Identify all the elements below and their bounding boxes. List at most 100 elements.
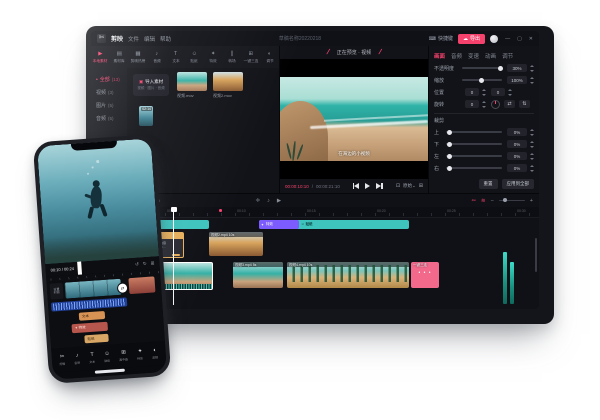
main-video-clip[interactable]: 视频3.mp4 5s	[233, 262, 283, 288]
tab-trending[interactable]: ▦剪映热榜	[129, 51, 148, 64]
tab-speed[interactable]: 变速	[468, 52, 479, 60]
menu-help[interactable]: 帮助	[160, 35, 171, 43]
tool-text[interactable]: T文本	[89, 352, 96, 364]
tab-animation[interactable]: 动画	[485, 52, 496, 60]
window-maximize-button[interactable]: ▢	[517, 36, 522, 42]
phone-effect-clip[interactable]: ✦ 特效	[71, 322, 108, 333]
magnet-snap-icon[interactable]: ∾	[471, 198, 476, 204]
play-button[interactable]	[365, 183, 370, 189]
position-x-stepper[interactable]	[482, 89, 486, 96]
tab-adjust[interactable]: ◐调节	[260, 51, 279, 64]
tab-effects[interactable]: ✦特效	[204, 51, 223, 64]
crop-top-slider[interactable]	[446, 131, 502, 133]
crop-left-value[interactable]: 0%	[507, 152, 527, 160]
tab-one-click[interactable]: ⊞一键三连	[241, 51, 260, 64]
outro-clip[interactable]: 一键三连 • • •	[411, 262, 439, 288]
phone-video-clip[interactable]	[128, 276, 155, 294]
tool-filter[interactable]: ◐滤镜	[152, 348, 159, 360]
scale-value[interactable]: 100%	[507, 76, 527, 84]
next-frame-button[interactable]	[376, 183, 383, 189]
window-close-button[interactable]: ✕	[529, 36, 533, 42]
zoom-in-icon[interactable]: +	[530, 198, 533, 204]
tool-pip[interactable]: ⊞画中画	[119, 350, 129, 362]
prev-frame-button[interactable]	[353, 183, 360, 189]
position-x-field[interactable]: 0	[465, 88, 479, 96]
sidebar-item-audio[interactable]: 音频(5)	[91, 112, 127, 125]
playhead[interactable]	[173, 207, 174, 305]
opacity-stepper[interactable]	[530, 65, 534, 72]
link-preview-icon[interactable]: ≋	[481, 198, 486, 204]
crop-left-slider[interactable]	[446, 155, 502, 157]
media-item[interactable]: 02:14	[139, 106, 153, 126]
shortcuts-button[interactable]: ⌨快捷键	[429, 35, 453, 42]
tool-sticker[interactable]: ☺贴纸	[104, 351, 111, 363]
main-video-clip[interactable]: 视频4.mp4 10s	[287, 262, 409, 288]
zoom-out-icon[interactable]: −	[491, 198, 494, 204]
crop-bottom-value[interactable]: 0%	[507, 140, 527, 148]
phone-text-clip[interactable]: 文本	[79, 311, 105, 321]
tab-audio[interactable]: ♪音频	[147, 51, 166, 64]
media-item[interactable]: 视频2.mov	[213, 72, 243, 99]
rotation-stepper[interactable]	[482, 101, 486, 108]
import-media-button[interactable]: ▣导入素材 视频 · 图片 · 音频	[133, 74, 169, 96]
crop-ratio-icon[interactable]: ⊡	[396, 183, 400, 189]
timeline-zoom-slider[interactable]	[499, 200, 525, 202]
tab-library[interactable]: ▤素材库	[110, 51, 129, 64]
preview-viewport[interactable]: 在海边的小视频	[280, 59, 428, 179]
transition-button[interactable]: ⇄	[117, 282, 129, 294]
rotation-field[interactable]: 0	[465, 100, 479, 108]
media-item[interactable]: 视频.mov	[177, 72, 207, 99]
overlay-video-clip[interactable]: 视频2.mp4 10s	[209, 232, 263, 256]
sidebar-item-image[interactable]: 图片(5)	[91, 99, 127, 112]
avatar[interactable]	[490, 35, 498, 43]
crop-top-value[interactable]: 0%	[507, 128, 527, 136]
tab-sticker[interactable]: ☺贴纸	[185, 51, 204, 64]
scale-slider[interactable]	[462, 79, 502, 81]
position-y-field[interactable]: 0	[491, 88, 505, 96]
crop-right-slider[interactable]	[446, 167, 502, 169]
tab-adjustment[interactable]: 调节	[502, 52, 513, 60]
phone-redo-icon[interactable]: ↻	[143, 260, 147, 266]
phone-video-preview[interactable]	[37, 138, 159, 264]
fullscreen-icon[interactable]: ⊞	[419, 183, 423, 189]
locate-playhead-icon[interactable]: ✛	[256, 198, 261, 204]
set-cover-button[interactable]: 设置封面	[50, 283, 64, 300]
crop-right-value[interactable]: 0%	[507, 164, 527, 172]
flip-horizontal-button[interactable]: ⇄	[504, 100, 515, 108]
flip-vertical-button[interactable]: ⇅	[519, 100, 530, 108]
phone-undo-icon[interactable]: ↺	[135, 261, 139, 267]
ratio-dropdown[interactable]: 原始⌄	[403, 183, 416, 189]
tool-effects[interactable]: ✦特效	[137, 349, 144, 361]
crop-bottom-slider[interactable]	[446, 143, 502, 145]
export-button[interactable]: ☁导出	[458, 34, 485, 44]
phone-sticker-clip[interactable]: 贴纸	[84, 334, 108, 344]
apply-to-all-button[interactable]: 应用到全部	[502, 179, 535, 189]
opacity-value[interactable]: 30%	[507, 64, 527, 72]
timecode-total: 00:00:21:10	[316, 184, 340, 189]
position-y-stepper[interactable]	[508, 89, 512, 96]
scale-stepper[interactable]	[530, 77, 534, 84]
sidebar-item-video[interactable]: 视频(3)	[91, 86, 127, 99]
rotation-dial[interactable]	[491, 100, 500, 109]
tab-picture[interactable]: 画面	[434, 52, 445, 60]
phone-fullscreen-icon[interactable]: ⊞	[150, 260, 154, 266]
tool-audio[interactable]: ♪音频	[74, 353, 81, 365]
tab-audio-settings[interactable]: 音频	[451, 52, 462, 60]
menu-edit[interactable]: 编辑	[144, 35, 155, 43]
record-audio-icon[interactable]: ♪	[267, 198, 270, 204]
menu-file[interactable]: 文件	[128, 35, 139, 43]
tab-transition[interactable]: ∥转场	[223, 51, 242, 64]
timeline-scrollbar[interactable]	[535, 238, 537, 272]
window-minimize-button[interactable]: —	[505, 36, 510, 42]
opacity-slider[interactable]	[462, 67, 502, 69]
tool-edit[interactable]: ✂剪辑	[59, 354, 66, 366]
sidebar-item-all[interactable]: •全部(13)	[91, 73, 127, 86]
effect-clip[interactable]: ✦特效	[259, 220, 299, 229]
home-indicator[interactable]	[95, 369, 125, 374]
phone-video-track[interactable]	[65, 279, 122, 299]
record-screen-icon[interactable]: ▶	[277, 198, 281, 204]
reset-button[interactable]: 重置	[479, 179, 498, 189]
phone-audio-track[interactable]	[51, 297, 127, 311]
tab-text[interactable]: T文本	[166, 51, 185, 64]
tab-local-media[interactable]: ▶本地素材	[91, 51, 110, 64]
